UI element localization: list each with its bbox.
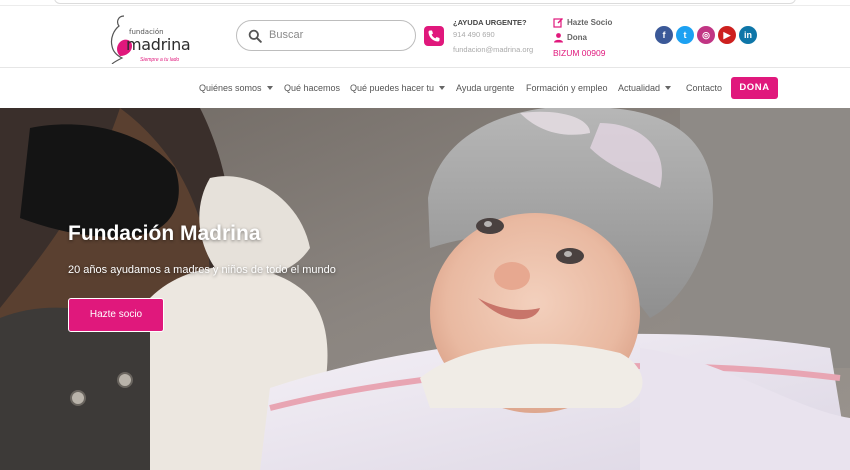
twitter-icon[interactable]: t xyxy=(676,26,694,44)
main-nav: Quiénes somos Qué hacemos Qué puedes hac… xyxy=(0,68,850,108)
hazte-socio-link[interactable]: Hazte Socio xyxy=(553,15,612,30)
hazte-socio-label: Hazte Socio xyxy=(567,18,613,27)
nav-item-ayuda-urgente[interactable]: Ayuda urgente xyxy=(456,83,514,93)
youtube-icon[interactable]: ▶ xyxy=(718,26,736,44)
nav-item-quienes-somos[interactable]: Quiénes somos xyxy=(199,83,273,93)
phone-icon[interactable] xyxy=(424,26,444,46)
nav-item-label: Contacto xyxy=(686,83,723,93)
edit-icon xyxy=(553,18,563,28)
instagram-icon[interactable]: ◎ xyxy=(697,26,715,44)
top-strip-pill xyxy=(54,0,796,4)
quick-links: Hazte Socio Dona BIZUM 00909 xyxy=(553,15,612,60)
site-logo[interactable]: fundación madrina Siempre a tu lado xyxy=(104,12,191,64)
nav-item-label: Qué puedes hacer tu xyxy=(350,83,435,93)
chevron-down-icon xyxy=(266,86,273,90)
hero-subtitle: 20 años ayudamos a madres y niños de tod… xyxy=(68,264,336,276)
search-input[interactable]: Buscar xyxy=(236,20,416,51)
nav-item-label: Formación y empleo xyxy=(526,83,608,93)
nav-item-label: Quiénes somos xyxy=(199,83,262,93)
nav-item-actualidad[interactable]: Actualidad xyxy=(618,83,672,93)
urgent-email[interactable]: fundacion@madrina.org xyxy=(453,45,533,54)
nav-item-label: Ayuda urgente xyxy=(456,83,515,93)
nav-item-formacion-empleo[interactable]: Formación y empleo xyxy=(526,83,608,93)
user-heart-icon xyxy=(554,33,563,43)
urgent-help-title: ¿AYUDA URGENTE? xyxy=(453,18,527,27)
nav-item-que-puedes-hacer[interactable]: Qué puedes hacer tu xyxy=(350,83,446,93)
hero-image xyxy=(0,108,850,470)
dona-button[interactable]: DONA xyxy=(731,77,778,99)
nav-item-que-hacemos[interactable]: Qué hacemos xyxy=(284,83,340,93)
nav-item-contacto[interactable]: Contacto xyxy=(686,83,722,93)
nav-item-label: Actualidad xyxy=(618,83,661,93)
chevron-down-icon xyxy=(665,86,672,90)
urgent-phone[interactable]: 914 490 690 xyxy=(453,30,533,39)
hero-banner: Fundación Madrina 20 años ayudamos a mad… xyxy=(0,108,850,470)
search-icon xyxy=(248,29,262,43)
search-placeholder: Buscar xyxy=(269,29,304,41)
urgent-help-block: ¿AYUDA URGENTE? 914 490 690 fundacion@ma… xyxy=(453,18,533,54)
logo-tagline: Siempre a tu lado xyxy=(140,57,180,63)
dona-link[interactable]: Dona xyxy=(553,30,612,45)
hero-title: Fundación Madrina xyxy=(68,222,261,245)
chevron-down-icon xyxy=(439,86,446,90)
bizum-code: BIZUM 00909 xyxy=(553,47,606,58)
facebook-icon[interactable]: f xyxy=(655,26,673,44)
site-header: fundación madrina Siempre a tu lado Busc… xyxy=(0,6,850,68)
logo-name: madrina xyxy=(126,35,191,54)
social-links: f t ◎ ▶ in xyxy=(655,26,757,44)
hazte-socio-button[interactable]: Hazte socio xyxy=(68,298,164,332)
linkedin-icon[interactable]: in xyxy=(739,26,757,44)
dona-label: Dona xyxy=(567,33,587,42)
nav-item-label: Qué hacemos xyxy=(284,83,341,93)
